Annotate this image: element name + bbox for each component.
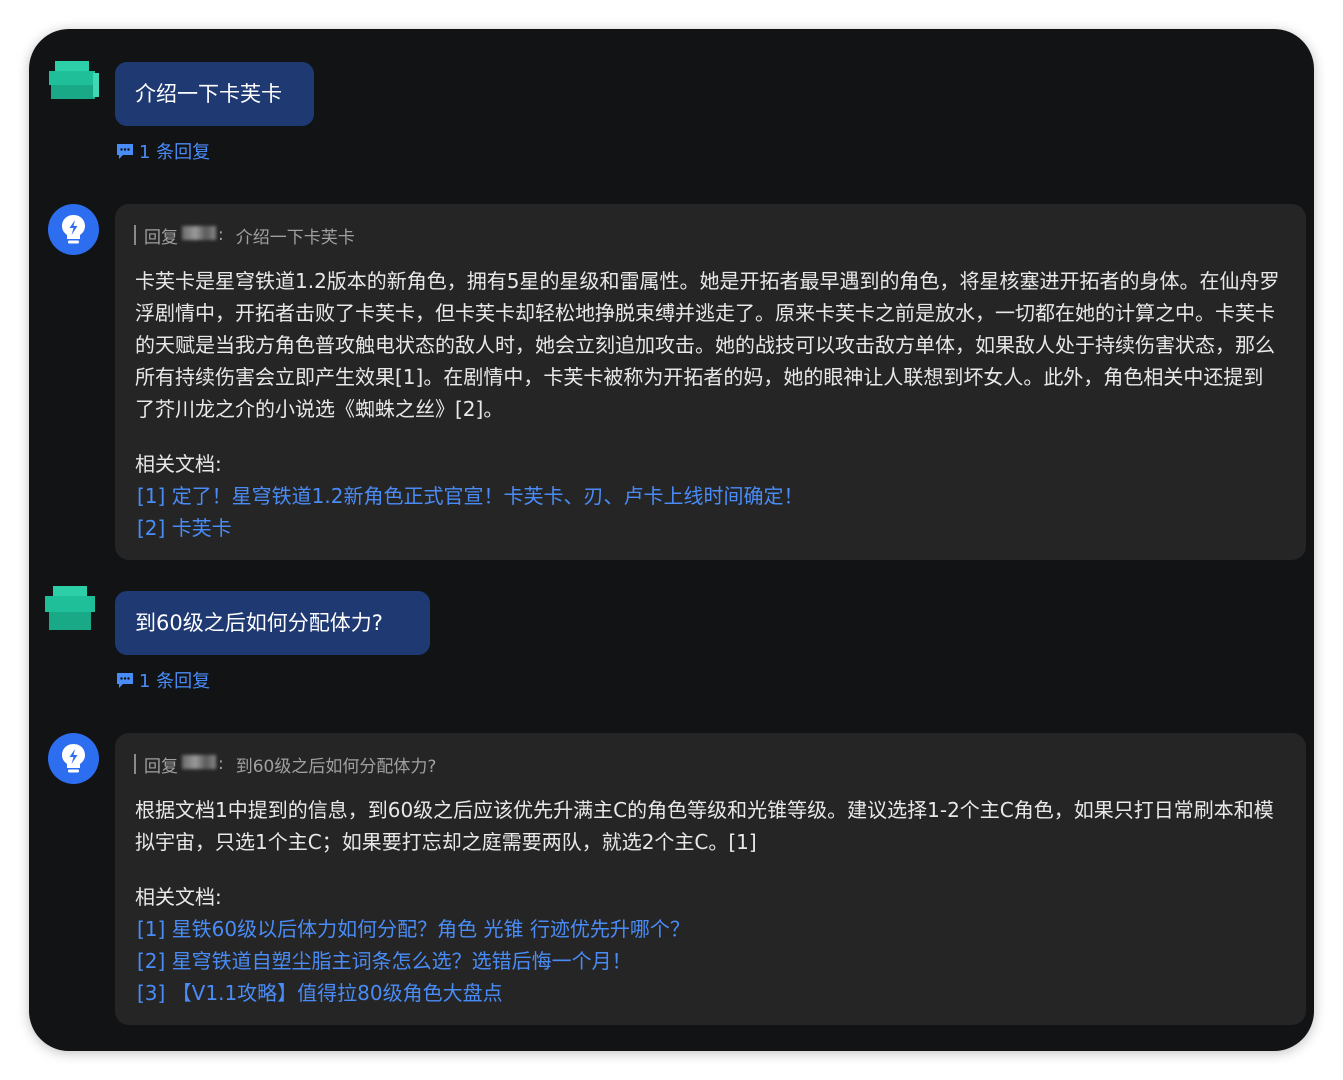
blurred-username — [182, 226, 216, 240]
chat-window: 介绍一下卡芙卡 1 条回复 回复 : 介绍一下卡芙卡 卡芙卡是星穹铁道1.2版本… — [29, 29, 1314, 1051]
quote-prefix: 回复 — [144, 227, 178, 248]
reply-count-link[interactable]: 1 条回复 — [115, 139, 210, 163]
user-message-bubble: 到60级之后如何分配体力? — [115, 591, 430, 655]
reply-count-link[interactable]: 1 条回复 — [115, 668, 210, 692]
bot-avatar-icon — [48, 204, 99, 255]
user-avatar-icon[interactable] — [45, 586, 95, 634]
related-docs-title: 相关文档: — [135, 452, 222, 476]
related-doc-link[interactable]: [2] 星穹铁道自塑尘脂主词条怎么选？选错后悔一个月！ — [137, 945, 632, 977]
bot-answer-card: 回复 : 到60级之后如何分配体力? 根据文档1中提到的信息，到60级之后应该优… — [115, 733, 1306, 1025]
quote-prefix: 回复 — [144, 756, 178, 777]
bot-avatar-icon — [48, 733, 99, 784]
lightbulb-lightning-icon — [62, 744, 85, 773]
bot-answer-card: 回复 : 介绍一下卡芙卡 卡芙卡是星穹铁道1.2版本的新角色，拥有5星的星级和雷… — [115, 204, 1306, 560]
related-doc-link[interactable]: [1] 定了！星穹铁道1.2新角色正式官宣！卡芙卡、刃、卢卡上线时间确定！ — [137, 480, 804, 512]
answer-text: 根据文档1中提到的信息，到60级之后应该优先升满主C的角色等级和光锥等级。建议选… — [135, 798, 1274, 854]
quote-text: 介绍一下卡芙卡 — [235, 227, 355, 248]
chat-bubble-icon — [117, 144, 133, 159]
user-message-bubble: 介绍一下卡芙卡 — [115, 62, 314, 126]
related-doc-link[interactable]: [2] 卡芙卡 — [137, 512, 232, 544]
quote-separator: : — [218, 754, 224, 774]
user-avatar-icon[interactable] — [49, 61, 99, 109]
quote-separator: : — [218, 225, 224, 245]
blurred-username — [182, 755, 216, 769]
reply-quote: 回复 : 到60级之后如何分配体力? — [134, 753, 437, 777]
related-docs-title: 相关文档: — [135, 885, 222, 909]
reply-quote: 回复 : 介绍一下卡芙卡 — [134, 224, 355, 248]
answer-text: 卡芙卡是星穹铁道1.2版本的新角色，拥有5星的星级和雷属性。她是开拓者最早遇到的… — [135, 269, 1280, 421]
lightbulb-lightning-icon — [62, 215, 85, 244]
quote-bar — [134, 754, 136, 774]
reply-count-label: 1 条回复 — [139, 142, 211, 163]
related-doc-link[interactable]: [3] 【V1.1攻略】值得拉80级角色大盘点 — [137, 977, 503, 1009]
related-doc-link[interactable]: [1] 星铁60级以后体力如何分配？角色 光锥 行迹优先升哪个？ — [137, 913, 690, 945]
reply-count-label: 1 条回复 — [139, 671, 211, 692]
quote-bar — [134, 225, 136, 245]
chat-bubble-icon — [117, 673, 133, 688]
quote-text: 到60级之后如何分配体力? — [235, 756, 437, 777]
